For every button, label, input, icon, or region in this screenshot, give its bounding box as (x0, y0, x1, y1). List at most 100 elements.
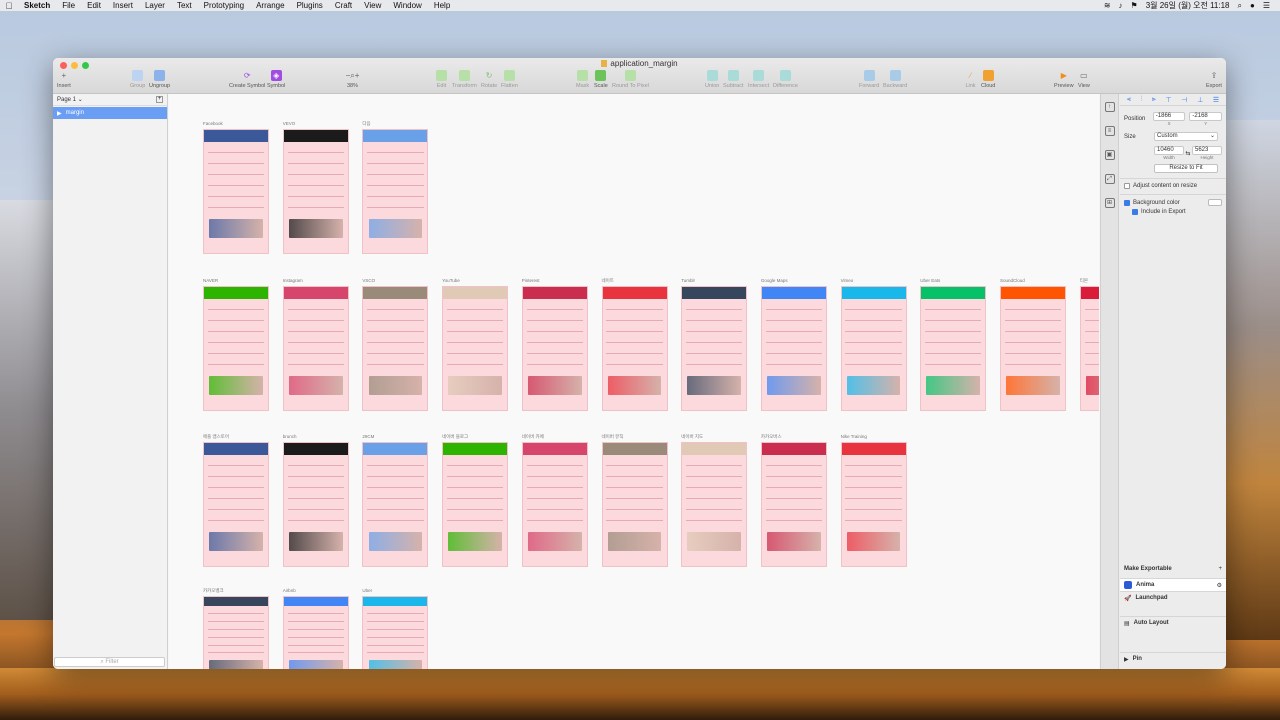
artboard[interactable]: Facebook (203, 121, 269, 254)
artboard[interactable]: 네이버 블로그 (442, 434, 509, 567)
backward-button[interactable]: Backward (883, 70, 907, 89)
subtract-button[interactable]: Subtract (723, 70, 743, 89)
add-page-icon[interactable]: + (156, 96, 163, 103)
component-icon[interactable]: ▣ (1104, 150, 1115, 160)
align-center-icon[interactable]: ⫶ (1140, 96, 1142, 104)
artboard-title[interactable]: YouTube (442, 278, 460, 283)
artboard[interactable]: VSCO (362, 278, 429, 411)
menu-help[interactable]: Help (428, 1, 456, 10)
artboard[interactable]: Instagram (282, 278, 349, 411)
disclosure-triangle-icon[interactable]: ▶ (57, 110, 62, 117)
include-export-checkbox[interactable] (1132, 209, 1138, 215)
link-button[interactable]: ∕ Link (965, 70, 976, 89)
artboard[interactable]: Uber (362, 588, 429, 669)
artboard[interactable]: 29CM (362, 434, 429, 567)
add-export-icon[interactable]: + (1218, 566, 1222, 572)
artboard-title[interactable]: VSCO (362, 278, 375, 283)
plugin-launchpad[interactable]: 🚀 Launchpad (1120, 591, 1226, 604)
menu-list-icon[interactable]: ☰ (1263, 1, 1270, 10)
width-field[interactable]: 10460 (1154, 146, 1184, 155)
zoom-control[interactable]: −⌕+ 38% (346, 70, 360, 90)
artboard-title[interactable]: 네이버 지도 (681, 434, 703, 440)
artboard-title[interactable]: 네이버 블로그 (442, 434, 468, 440)
artboard-title[interactable]: 네이트 (602, 278, 614, 284)
gear-icon[interactable]: ⚙ (1217, 582, 1222, 589)
menu-prototyping[interactable]: Prototyping (198, 1, 250, 10)
artboard[interactable]: 애플 앱스토어 (203, 434, 269, 567)
align-middle-icon[interactable]: ⊣ (1181, 96, 1187, 104)
bg-color-swatch[interactable] (1208, 199, 1222, 206)
artboard[interactable]: VEVO (282, 121, 349, 254)
artboard-title[interactable]: Nike Training (841, 434, 867, 439)
artboard[interactable]: 다음 (362, 121, 429, 254)
menu-arrange[interactable]: Arrange (250, 1, 290, 10)
artboard-title[interactable]: 티몬 (1080, 278, 1088, 284)
artboard-title[interactable]: Uber (362, 588, 372, 593)
menu-view[interactable]: View (358, 1, 387, 10)
artboard-title[interactable]: NAVER (203, 278, 218, 283)
scale-button[interactable]: Scale (594, 70, 608, 89)
add-artboard-icon[interactable]: ⊞ (1104, 198, 1115, 208)
include-export-row[interactable]: Include in Export (1120, 209, 1226, 215)
menu-edit[interactable]: Edit (81, 1, 107, 10)
adjust-checkbox[interactable] (1124, 183, 1130, 189)
menu-insert[interactable]: Insert (107, 1, 139, 10)
artboard-title[interactable]: brunch (283, 434, 297, 439)
stack-icon[interactable]: ≡ (1104, 126, 1115, 136)
plugin-auto-layout[interactable]: ▤ Auto Layout (1120, 616, 1226, 629)
filter-input[interactable]: ⌕ Filter (54, 657, 165, 667)
round-to-pixel-button[interactable]: Round To Pixel (612, 70, 649, 89)
artboard-title[interactable]: 다음 (362, 121, 370, 127)
artboard-title[interactable]: Vimeo (841, 278, 854, 283)
intersect-button[interactable]: Intersect (748, 70, 769, 89)
bg-color-checkbox[interactable] (1124, 199, 1130, 206)
position-x-field[interactable]: -1866 (1152, 112, 1186, 121)
artboard[interactable]: 카카오뱅크 (203, 588, 269, 669)
artboard-title[interactable]: 네이버 뮤직 (602, 434, 624, 440)
artboard[interactable]: NAVER (203, 278, 269, 411)
cloud-button[interactable]: Cloud (981, 70, 995, 89)
artboard[interactable]: 네이버 지도 (681, 434, 748, 567)
page-selector[interactable]: Page 1 ⌄ + (53, 94, 167, 106)
menu-text[interactable]: Text (171, 1, 198, 10)
artboard-title[interactable]: 네이버 카페 (522, 434, 544, 440)
lock-ratio-icon[interactable]: ⇆ (1184, 150, 1192, 157)
make-exportable-row[interactable]: Make Exportable + (1120, 566, 1226, 572)
create-symbol-button[interactable]: ⟳ Create Symbol (229, 70, 265, 89)
artboard-title[interactable]: Tumblr (681, 278, 695, 283)
union-button[interactable]: Union (705, 70, 719, 89)
layer-item-margin[interactable]: ▶ margin (53, 107, 167, 119)
artboard-title[interactable]: 카카오버스 (761, 434, 782, 440)
mask-button[interactable]: Mask (576, 70, 589, 89)
artboard[interactable]: 네이버 카페 (521, 434, 588, 567)
plugin-pin[interactable]: ▶ Pin (1120, 652, 1226, 665)
resize-icon[interactable]: ⤢ (1104, 174, 1115, 184)
artboard[interactable]: Uber Eats (920, 278, 987, 411)
distribute-icon[interactable]: ☰ (1213, 96, 1219, 104)
menu-craft[interactable]: Craft (329, 1, 358, 10)
transform-button[interactable]: Transform (452, 70, 477, 89)
align-bottom-icon[interactable]: ⊥ (1197, 96, 1203, 104)
size-preset-select[interactable]: Custom ⌄ (1154, 132, 1218, 141)
search-icon[interactable]: ⌕ (1238, 1, 1242, 11)
forward-button[interactable]: Forward (859, 70, 879, 89)
volume-icon[interactable]: ♪ (1119, 1, 1123, 10)
wifi-icon[interactable]: ≋ (1104, 1, 1111, 10)
flatten-button[interactable]: Flatten (501, 70, 518, 89)
align-right-icon[interactable]: ⫸ (1152, 96, 1156, 104)
artboard[interactable]: 티몬 (1079, 278, 1099, 411)
group-button[interactable]: Group (130, 70, 145, 89)
position-y-field[interactable]: -2168 (1189, 112, 1222, 121)
artboard-title[interactable]: Pinterest (522, 278, 540, 283)
artboard[interactable]: Vimeo (840, 278, 907, 411)
menu-plugins[interactable]: Plugins (291, 1, 329, 10)
artboard[interactable]: YouTube (442, 278, 509, 411)
artboard-title[interactable]: Facebook (203, 121, 223, 126)
menu-layer[interactable]: Layer (139, 1, 171, 10)
artboard-title[interactable]: Airbnb (283, 588, 296, 593)
view-button[interactable]: ▭ View (1078, 70, 1090, 89)
menu-file[interactable]: File (56, 1, 81, 10)
resize-to-fit-button[interactable]: Resize to Fit (1154, 164, 1218, 173)
artboard[interactable]: Tumblr (681, 278, 748, 411)
bg-color-row[interactable]: Background color (1120, 199, 1226, 206)
